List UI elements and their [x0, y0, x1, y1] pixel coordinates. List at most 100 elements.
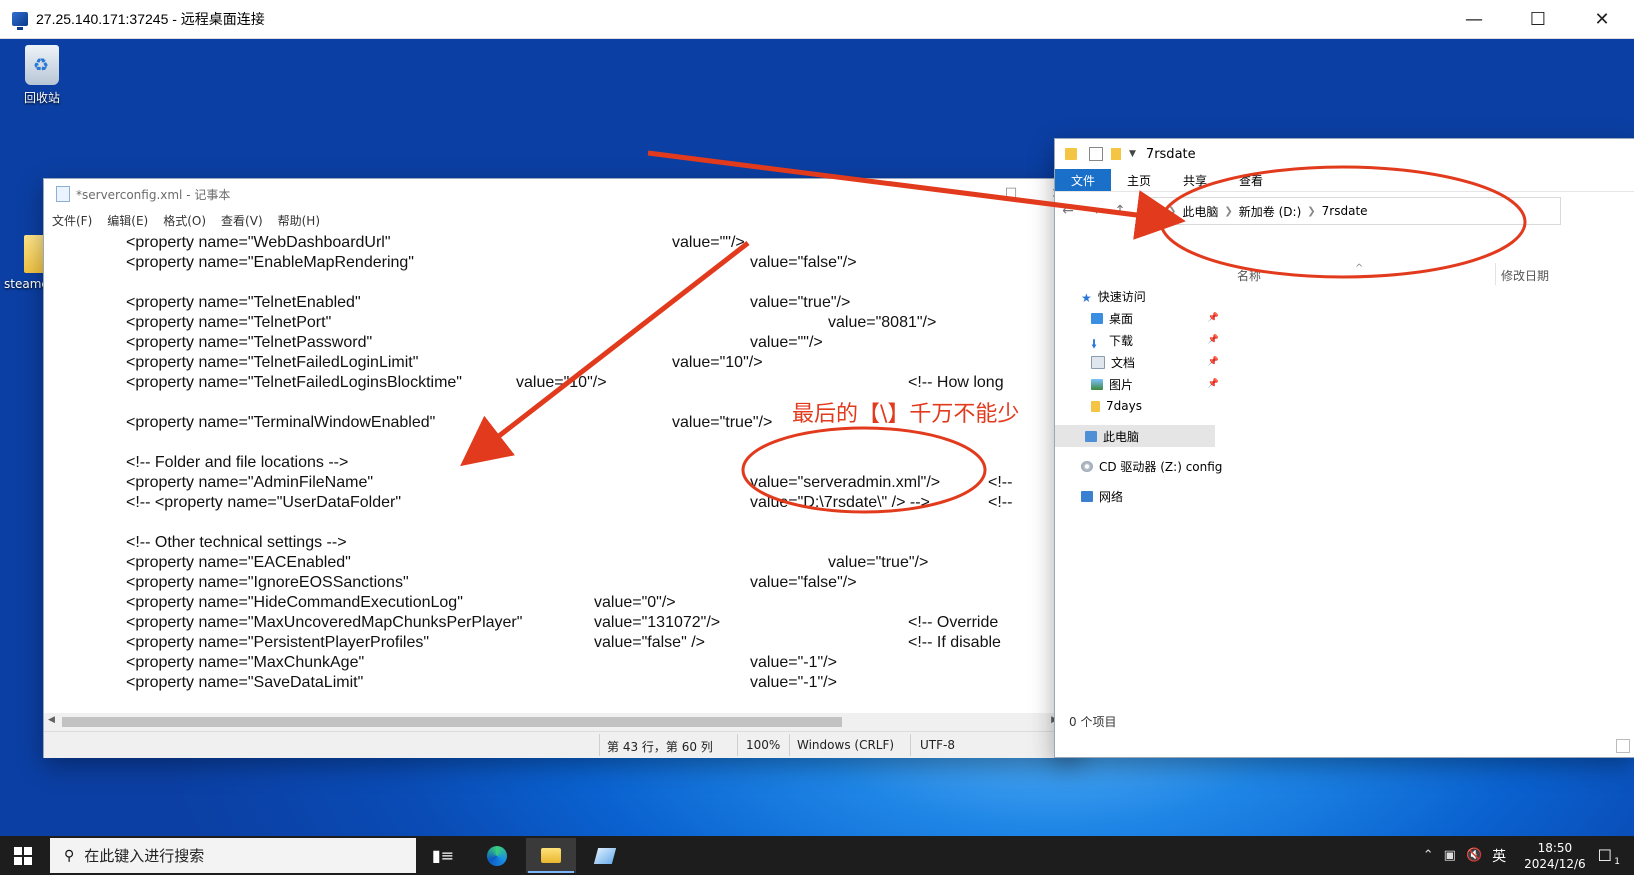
tab-home[interactable]: 主页 [1111, 169, 1167, 191]
nav-pictures[interactable]: 图片 📌 [1091, 373, 1219, 395]
code-line-comment: <!-- [988, 474, 1013, 491]
ime-indicator[interactable]: 英 [1492, 846, 1506, 866]
menu-format[interactable]: 格式(O) [163, 212, 206, 229]
code-line-value: value="true"/> [672, 414, 773, 431]
code-line-text: <property name="TelnetEnabled" [126, 294, 361, 311]
maximize-button[interactable]: ☐ [1506, 0, 1570, 38]
menu-view[interactable]: 查看(V) [221, 212, 263, 229]
notepad-maximize-button[interactable]: ☐ [988, 186, 1034, 202]
code-line-text: <property name="EACEnabled" [126, 554, 351, 571]
desktop-icon-steam[interactable]: steamc [0, 235, 48, 291]
tab-view[interactable]: 查看 [1223, 169, 1279, 191]
cd-drive-label: CD 驱动器 (Z:) config [1099, 459, 1223, 474]
code-line-value: value="0"/> [594, 594, 676, 611]
computer-icon [1085, 430, 1097, 442]
remote-desktop-icon [12, 12, 28, 30]
nav-this-pc[interactable]: 此电脑 [1055, 425, 1215, 447]
tab-file[interactable]: 文件 [1055, 169, 1112, 191]
nav-label: 下载 [1109, 333, 1134, 348]
chevron-up-icon[interactable]: ⌃ [1423, 848, 1434, 863]
cd-drive-icon [1081, 460, 1093, 472]
horizontal-scrollbar[interactable]: ◀ ▶ [44, 713, 1062, 731]
line-ending: Windows (CRLF) [797, 738, 895, 752]
column-name[interactable]: 名称 [1237, 267, 1261, 284]
new-folder-icon[interactable] [1111, 148, 1121, 160]
nav-network[interactable]: 网络 [1081, 485, 1201, 507]
taskbar-notepad[interactable] [580, 838, 630, 873]
breadcrumb-7rsdate[interactable]: 7rsdate [1322, 204, 1368, 218]
nav-cd-drive[interactable]: CD 驱动器 (Z:) config [1081, 455, 1231, 477]
document-icon [1091, 355, 1105, 369]
breadcrumb-this-pc[interactable]: 此电脑 [1182, 203, 1218, 220]
nav-documents[interactable]: 文档 📌 [1091, 351, 1219, 373]
tab-share[interactable]: 共享 [1167, 169, 1223, 191]
menu-edit[interactable]: 编辑(E) [107, 212, 148, 229]
address-bar[interactable]: ❯ 此电脑 ❯ 新加卷 (D:) ❯ 7rsdate [1139, 197, 1561, 225]
steam-folder-label: steamc [4, 277, 48, 291]
explorer-window: ▼ 7rsdate 文件 主页 共享 查看 ← → ↑ ❯ 此电脑 ❯ 新加卷 … [1055, 139, 1634, 757]
network-icon[interactable]: ▣ [1444, 848, 1456, 863]
chevron-down-icon[interactable]: ▼ [1129, 149, 1136, 159]
taskbar-file-explorer[interactable] [526, 838, 576, 873]
file-list-header: 名称 ^ 修改日期 [1225, 263, 1634, 285]
code-line-comment: <!-- If disable [908, 634, 1001, 651]
notification-count: 1 [1614, 857, 1620, 867]
code-line-text: <property name="WebDashboardUrl" [126, 234, 391, 251]
nav-quick-access[interactable]: ★ 快速访问 [1081, 285, 1241, 307]
start-button[interactable] [14, 847, 32, 865]
volume-muted-icon[interactable]: 🔇 [1466, 848, 1482, 863]
column-modified[interactable]: 修改日期 [1501, 267, 1549, 284]
code-line-value: value="false"/> [750, 574, 857, 591]
notepad-title-bar: *serverconfig.xml - 记事本 — ☐ ✕ [44, 179, 1080, 209]
minimize-button[interactable]: — [1442, 0, 1506, 38]
clock[interactable]: 18:50 2024/12/6 [1524, 840, 1586, 872]
notepad-icon [593, 847, 617, 864]
notepad-minimize-button[interactable]: — [942, 186, 988, 202]
menu-help[interactable]: 帮助(H) [278, 212, 320, 229]
taskbar-edge[interactable] [472, 838, 522, 873]
code-line-value: value="10"/> [672, 354, 763, 371]
rdp-title-bar: 27.25.140.171:37245 - 远程桌面连接 — ☐ ✕ [0, 0, 1634, 39]
close-button[interactable]: ✕ [1570, 0, 1634, 38]
menu-file[interactable]: 文件(F) [52, 212, 92, 229]
code-line-value: value="true"/> [828, 554, 929, 571]
cursor-position: 第 43 行，第 60 列 [607, 740, 713, 754]
nav-desktop[interactable]: 桌面 📌 [1091, 307, 1219, 329]
nav-downloads[interactable]: 🠛 下载 📌 [1091, 329, 1219, 351]
clock-date: 2024/12/6 [1524, 856, 1586, 871]
scroll-left-icon[interactable]: ◀ [48, 715, 55, 725]
code-line-text: <property name="SaveDataLimit" [126, 674, 364, 691]
properties-icon[interactable] [1089, 147, 1103, 161]
notification-button[interactable]: ☐ 1 [1598, 846, 1620, 867]
nav-label: 图片 [1109, 377, 1134, 392]
code-line-value: value=""/> [750, 334, 823, 351]
code-line-text: <property name="TelnetFailedLoginsBlockt… [126, 374, 462, 391]
forward-arrow-icon[interactable]: → [1081, 203, 1107, 219]
breadcrumb-drive-d[interactable]: 新加卷 (D:) [1239, 203, 1301, 220]
system-tray: ⌃ ▣ 🔇 英 18:50 2024/12/6 ☐ 1 [1423, 836, 1634, 875]
back-arrow-icon[interactable]: ← [1055, 203, 1081, 219]
task-view-button[interactable]: ▮≡ [418, 838, 468, 873]
horizontal-scroll-thumb[interactable] [62, 717, 842, 727]
explorer-title: 7rsdate [1145, 146, 1196, 162]
code-line-text: <property name="AdminFileName" [126, 474, 374, 491]
taskbar-search-box[interactable]: ⚲ 在此键入进行搜索 [50, 838, 416, 873]
code-line-text: <!-- <property name="UserDataFolder" [126, 494, 402, 511]
recycle-bin-icon [25, 45, 59, 85]
picture-icon [1091, 378, 1103, 390]
desktop-icon [1091, 312, 1103, 324]
up-arrow-icon[interactable]: ↑ [1107, 203, 1133, 219]
code-line-text: <property name="IgnoreEOSSanctions" [126, 574, 409, 591]
clock-time: 18:50 [1537, 840, 1573, 855]
pin-icon: 📌 [1207, 357, 1219, 367]
notepad-text-area[interactable]: <property name="WebDashboardUrl" value=""… [44, 231, 1062, 713]
folder-icon [24, 235, 46, 273]
code-line-value: value="true"/> [750, 294, 851, 311]
nav-7days[interactable]: 7days [1091, 395, 1219, 417]
code-line-value: value="10"/> [516, 374, 607, 391]
remote-desktop: 回收站 steamc *serverconfig.xml - 记事本 — ☐ ✕… [0, 39, 1634, 836]
folder-icon [1065, 148, 1077, 160]
desktop-icon-recycle-bin[interactable]: 回收站 [14, 45, 70, 106]
resize-grip-icon[interactable] [1616, 739, 1630, 753]
taskbar: ⚲ 在此键入进行搜索 ▮≡ ⌃ ▣ 🔇 英 18:50 2024/12/6 ☐ … [0, 836, 1634, 875]
